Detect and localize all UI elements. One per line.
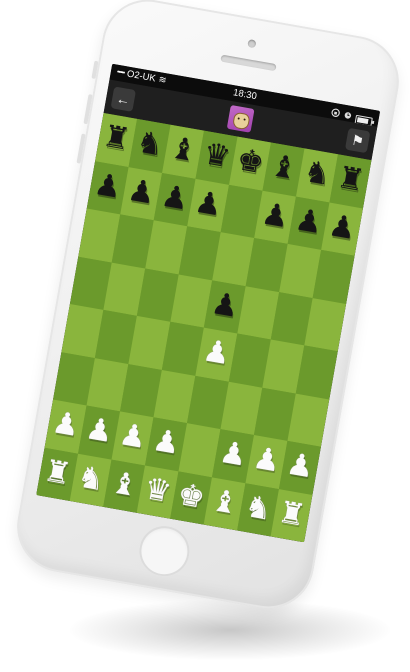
white-bishop-icon[interactable]: ♝ — [108, 465, 141, 504]
black-king-icon[interactable]: ♚ — [234, 142, 267, 181]
mute-switch — [91, 60, 99, 80]
white-rook-icon[interactable]: ♜ — [276, 494, 309, 533]
black-rook-icon[interactable]: ♜ — [100, 119, 133, 158]
black-pawn-icon[interactable]: ♟ — [326, 208, 359, 247]
white-pawn-icon[interactable]: ♟ — [50, 405, 83, 444]
volume-down-button — [76, 133, 86, 164]
back-arrow-icon: ← — [114, 90, 132, 109]
black-queen-icon[interactable]: ♛ — [201, 136, 234, 175]
phone-shadow — [70, 600, 390, 660]
white-knight-icon[interactable]: ♞ — [242, 489, 275, 528]
white-pawn-icon[interactable]: ♟ — [284, 447, 317, 486]
chess-board[interactable]: ♜ ♞ ♝ ♛ ♚ ♝ ♞ ♜ ♟ ♟ ♟ ♟ ♟ ♟ ♟ ♟ ♟ ♟ ♟ ♟ ♟ ♟ ♟ ♟ ♜ ♞ ♝ ♛ ♚ ♝ ♞ ♜ — [36, 112, 372, 543]
flag-icon: ⚑ — [350, 131, 366, 149]
black-pawn-icon[interactable]: ♟ — [259, 196, 292, 235]
cow-avatar-icon — [232, 111, 251, 131]
black-pawn-icon[interactable]: ♟ — [159, 178, 192, 217]
board-square[interactable] — [312, 249, 355, 304]
black-pawn-icon[interactable]: ♟ — [293, 202, 326, 241]
board-square[interactable] — [295, 345, 338, 400]
board-square[interactable]: ♜ — [270, 488, 313, 543]
white-king-icon[interactable]: ♚ — [175, 477, 208, 516]
black-bishop-icon[interactable]: ♝ — [167, 131, 200, 170]
white-queen-icon[interactable]: ♛ — [142, 471, 175, 510]
phone-screen: ••••• O2-UK ≋ 18:30 ← ⚑ ♜ ♞ ♝ ♛ ♚ ♝ ♞ ♜ … — [36, 63, 381, 543]
board-square[interactable]: ♜ — [329, 154, 372, 208]
earpiece-speaker — [220, 54, 277, 72]
opponent-avatar[interactable] — [226, 104, 255, 133]
phone-device: ••••• O2-UK ≋ 18:30 ← ⚑ ♜ ♞ ♝ ♛ ♚ ♝ ♞ ♜ … — [9, 0, 407, 616]
board-square[interactable] — [287, 393, 330, 447]
volume-up-button — [83, 94, 93, 125]
black-pawn-icon[interactable]: ♟ — [92, 167, 125, 206]
black-knight-icon[interactable]: ♞ — [134, 125, 167, 164]
black-rook-icon[interactable]: ♜ — [334, 160, 367, 199]
home-button — [135, 522, 194, 581]
white-pawn-icon[interactable]: ♟ — [217, 435, 250, 474]
board-square[interactable]: ♟ — [321, 202, 364, 256]
black-pawn-icon[interactable]: ♟ — [125, 172, 158, 211]
black-pawn-icon[interactable]: ♟ — [192, 184, 225, 223]
back-button[interactable]: ← — [110, 86, 137, 112]
white-bishop-icon[interactable]: ♝ — [209, 483, 242, 522]
black-bishop-icon[interactable]: ♝ — [268, 148, 301, 187]
white-pawn-icon[interactable]: ♟ — [150, 423, 183, 462]
board-square[interactable]: ♟ — [279, 440, 321, 495]
white-pawn-icon[interactable]: ♟ — [250, 441, 283, 480]
front-camera — [247, 39, 257, 49]
board-square[interactable] — [304, 297, 347, 352]
white-pawn-icon[interactable]: ♟ — [117, 417, 150, 456]
white-knight-icon[interactable]: ♞ — [75, 459, 108, 498]
black-pawn-icon[interactable]: ♟ — [209, 286, 242, 325]
white-pawn-icon[interactable]: ♟ — [200, 333, 233, 372]
white-rook-icon[interactable]: ♜ — [41, 453, 74, 492]
white-pawn-icon[interactable]: ♟ — [83, 411, 116, 450]
black-knight-icon[interactable]: ♞ — [301, 154, 334, 193]
resign-flag-button[interactable]: ⚑ — [344, 127, 371, 154]
